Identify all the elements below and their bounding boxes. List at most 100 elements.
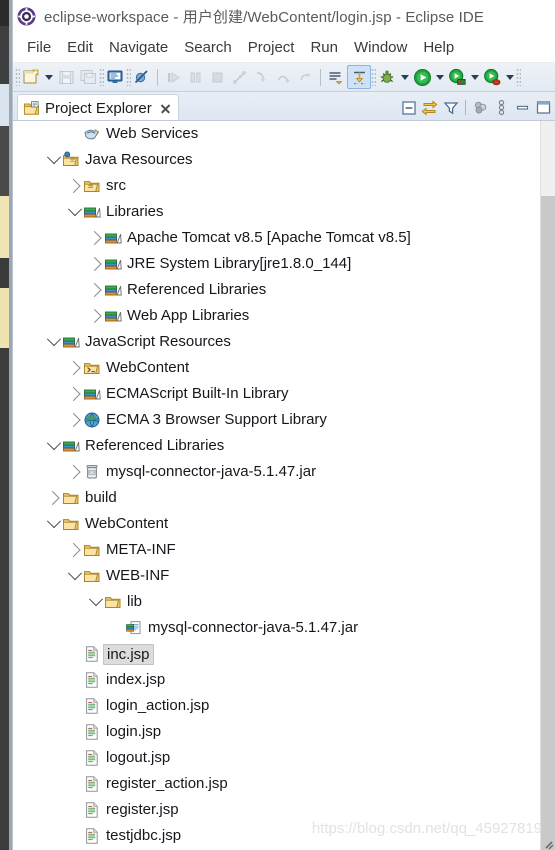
tree-row[interactable]: inc.jsp	[13, 641, 541, 667]
tree-row[interactable]: ECMAScript Built-In Library	[13, 381, 541, 407]
tree-item-label: JavaScript Resources	[85, 333, 231, 350]
maximize-view-icon[interactable]	[533, 97, 554, 118]
link-with-editor-icon[interactable]	[419, 97, 440, 118]
run-on-server-icon[interactable]	[446, 66, 468, 88]
skip-all-breakpoints-icon[interactable]	[131, 66, 153, 88]
project-explorer-tree[interactable]: Web Services Java Resources src Librarie…	[13, 120, 555, 850]
tree-row[interactable]: lib	[13, 589, 541, 615]
new-wizard-icon[interactable]	[20, 66, 42, 88]
chevron-right-icon[interactable]	[87, 277, 104, 303]
tree-row[interactable]: WEB-INF	[13, 563, 541, 589]
tree-row[interactable]: login.jsp	[13, 719, 541, 745]
chevron-right-icon[interactable]	[66, 355, 83, 381]
chevron-right-icon[interactable]	[66, 459, 83, 485]
tree-item-label: register_action.jsp	[106, 775, 228, 792]
suspend-icon[interactable]	[184, 66, 206, 88]
resume-icon[interactable]	[162, 66, 184, 88]
tree-row[interactable]: META-INF	[13, 537, 541, 563]
tab-project-explorer[interactable]: Project Explorer	[17, 94, 179, 122]
next-annotation-icon[interactable]	[347, 65, 371, 89]
debug-on-server-icon[interactable]	[481, 66, 503, 88]
library-icon	[104, 255, 122, 273]
menu-help[interactable]: Help	[415, 37, 462, 58]
tree-row[interactable]: Referenced Libraries	[13, 277, 541, 303]
tree-item-label: login_action.jsp	[106, 697, 210, 714]
chevron-right-icon[interactable]	[66, 407, 83, 433]
save-icon[interactable]	[55, 66, 77, 88]
tree-row[interactable]: JavaScript Resources	[13, 329, 541, 355]
tree-row[interactable]: WebContent	[13, 511, 541, 537]
collapse-all-icon[interactable]	[398, 97, 419, 118]
menu-navigate[interactable]: Navigate	[101, 37, 176, 58]
tree-vertical-scrollbar[interactable]	[540, 121, 555, 850]
chevron-right-icon[interactable]	[45, 485, 62, 511]
chevron-down-icon[interactable]	[67, 563, 83, 589]
view-menu-icon[interactable]	[470, 97, 491, 118]
tree-row[interactable]: Libraries	[13, 199, 541, 225]
tree-row[interactable]: WebContent	[13, 355, 541, 381]
open-console-icon[interactable]	[104, 66, 126, 88]
save-all-icon[interactable]	[77, 66, 99, 88]
chevron-right-icon[interactable]	[87, 303, 104, 329]
terminate-icon[interactable]	[206, 66, 228, 88]
debug-dropdown-icon[interactable]	[398, 66, 411, 88]
chevron-right-icon[interactable]	[87, 251, 104, 277]
step-into-icon[interactable]	[250, 66, 272, 88]
menu-edit[interactable]: Edit	[59, 37, 101, 58]
menu-search[interactable]: Search	[176, 37, 240, 58]
disconnect-icon[interactable]	[228, 66, 250, 88]
chevron-down-icon[interactable]	[88, 589, 104, 615]
scrollbar-thumb[interactable]	[541, 121, 555, 196]
step-return-icon[interactable]	[294, 66, 316, 88]
tree-row[interactable]: build	[13, 485, 541, 511]
tree-row[interactable]: JRE System Library [jre1.8.0_144]	[13, 251, 541, 277]
view-tab-bar: Project Explorer	[13, 92, 555, 122]
run-on-server-dropdown-icon[interactable]	[468, 66, 481, 88]
chevron-right-icon[interactable]	[66, 537, 83, 563]
chevron-down-icon[interactable]	[46, 147, 62, 173]
tree-row[interactable]: index.jsp	[13, 667, 541, 693]
tree-row[interactable]: src	[13, 173, 541, 199]
chevron-right-icon[interactable]	[66, 381, 83, 407]
chevron-down-icon[interactable]	[46, 329, 62, 355]
step-over-icon[interactable]	[272, 66, 294, 88]
filters-icon[interactable]	[440, 97, 461, 118]
chevron-down-icon[interactable]	[46, 511, 62, 537]
tree-row[interactable]: Java Resources	[13, 147, 541, 173]
menu-window[interactable]: Window	[346, 37, 415, 58]
tree-row[interactable]: Apache Tomcat v8.5 [Apache Tomcat v8.5]	[13, 225, 541, 251]
debug-icon[interactable]	[376, 66, 398, 88]
toolbar-separator-2	[320, 68, 321, 86]
menu-run[interactable]: Run	[302, 37, 346, 58]
run-icon[interactable]	[411, 66, 433, 88]
menu-project[interactable]: Project	[240, 37, 303, 58]
debug-on-server-dropdown-icon[interactable]	[503, 66, 516, 88]
tree-row[interactable]: register_action.jsp	[13, 771, 541, 797]
tree-row[interactable]: login_action.jsp	[13, 693, 541, 719]
tree-row[interactable]: Web Services	[13, 121, 541, 147]
chevron-down-icon[interactable]	[67, 199, 83, 225]
chevron-down-icon[interactable]	[46, 433, 62, 459]
tree-row[interactable]: Referenced Libraries	[13, 433, 541, 459]
jsp-file-icon	[83, 801, 101, 819]
tree-row[interactable]: Web App Libraries	[13, 303, 541, 329]
menu-file[interactable]: File	[19, 37, 59, 58]
tree-row[interactable]: testjdbc.jsp	[13, 823, 541, 849]
chevron-right-icon[interactable]	[66, 173, 83, 199]
tree-item-label: Web Services	[106, 125, 199, 142]
new-wizard-dropdown-icon[interactable]	[42, 66, 55, 88]
resize-grip-icon[interactable]	[543, 838, 555, 850]
tree-row[interactable]: register.jsp	[13, 797, 541, 823]
scrollbar-track[interactable]	[541, 196, 555, 850]
last-edit-location-icon[interactable]	[325, 66, 347, 88]
toolbar-grip-5[interactable]	[516, 68, 521, 86]
chevron-right-icon[interactable]	[87, 225, 104, 251]
view-options-icon[interactable]	[491, 97, 512, 118]
tree-row[interactable]: ECMA 3 Browser Support Library	[13, 407, 541, 433]
run-dropdown-icon[interactable]	[433, 66, 446, 88]
tree-row[interactable]: 010 mysql-connector-java-5.1.47.jar	[13, 459, 541, 485]
minimize-view-icon[interactable]	[512, 97, 533, 118]
close-icon[interactable]	[159, 102, 172, 115]
tree-row[interactable]: mysql-connector-java-5.1.47.jar	[13, 615, 541, 641]
tree-row[interactable]: logout.jsp	[13, 745, 541, 771]
